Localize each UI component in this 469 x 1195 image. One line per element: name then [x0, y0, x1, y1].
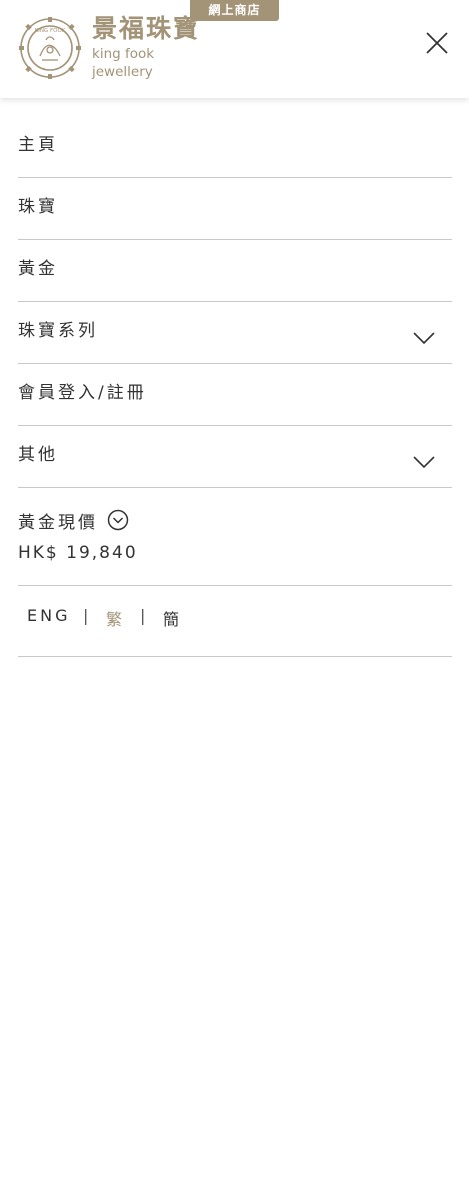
menu-item-label: 會員登入/註冊 — [18, 383, 147, 403]
logo-english-name: king fook jewellery — [92, 46, 155, 80]
menu-item-login-register[interactable]: 會員登入/註冊 — [18, 364, 452, 426]
chevron-down-icon[interactable] — [412, 331, 436, 345]
site-header: 網上商店 KING FOOK 景福珠寶 king fook jewellery — [0, 0, 469, 98]
menu-item-collections[interactable]: 珠寶系列 — [18, 302, 452, 364]
logo-seal-text: KING FOOK — [35, 28, 66, 34]
logo-chinese-name: 景福珠寶 — [92, 14, 201, 43]
navigation-menu: 主頁 珠寶 黃金 珠寶系列 會員登入/註冊 其他 黃金現價 HK$ 19,840… — [18, 98, 452, 657]
close-icon[interactable] — [420, 26, 454, 60]
language-separator: | — [83, 606, 89, 625]
menu-item-label: 珠寶 — [18, 197, 58, 217]
menu-item-label: 黃金 — [18, 259, 58, 279]
menu-item-label: 珠寶系列 — [18, 321, 98, 341]
menu-item-others[interactable]: 其他 — [18, 426, 452, 488]
menu-item-label: 其他 — [18, 445, 58, 465]
gold-price-section: 黃金現價 HK$ 19,840 — [18, 488, 452, 586]
menu-item-home[interactable]: 主頁 — [18, 98, 452, 178]
logo-seal-icon: KING FOOK — [19, 17, 81, 79]
chevron-down-icon[interactable] — [412, 455, 436, 469]
language-switcher: ENG | 繁 | 簡 — [18, 586, 452, 657]
brand-logo[interactable]: KING FOOK 景福珠寶 king fook jewellery — [18, 15, 208, 81]
chevron-circle-down-icon[interactable] — [107, 509, 129, 531]
gold-price-value: HK$ 19,840 — [18, 543, 138, 563]
menu-item-gold[interactable]: 黃金 — [18, 240, 452, 302]
language-separator: | — [140, 606, 146, 625]
language-option-english[interactable]: ENG — [27, 606, 70, 625]
menu-item-jewellery[interactable]: 珠寶 — [18, 178, 452, 240]
logo-wordmark: 景福珠寶 king fook jewellery — [92, 15, 208, 81]
language-option-simplified[interactable]: 簡 — [163, 606, 182, 630]
language-option-traditional[interactable]: 繁 — [106, 606, 125, 630]
menu-item-label: 主頁 — [18, 135, 58, 155]
gold-price-title: 黃金現價 — [18, 513, 98, 533]
